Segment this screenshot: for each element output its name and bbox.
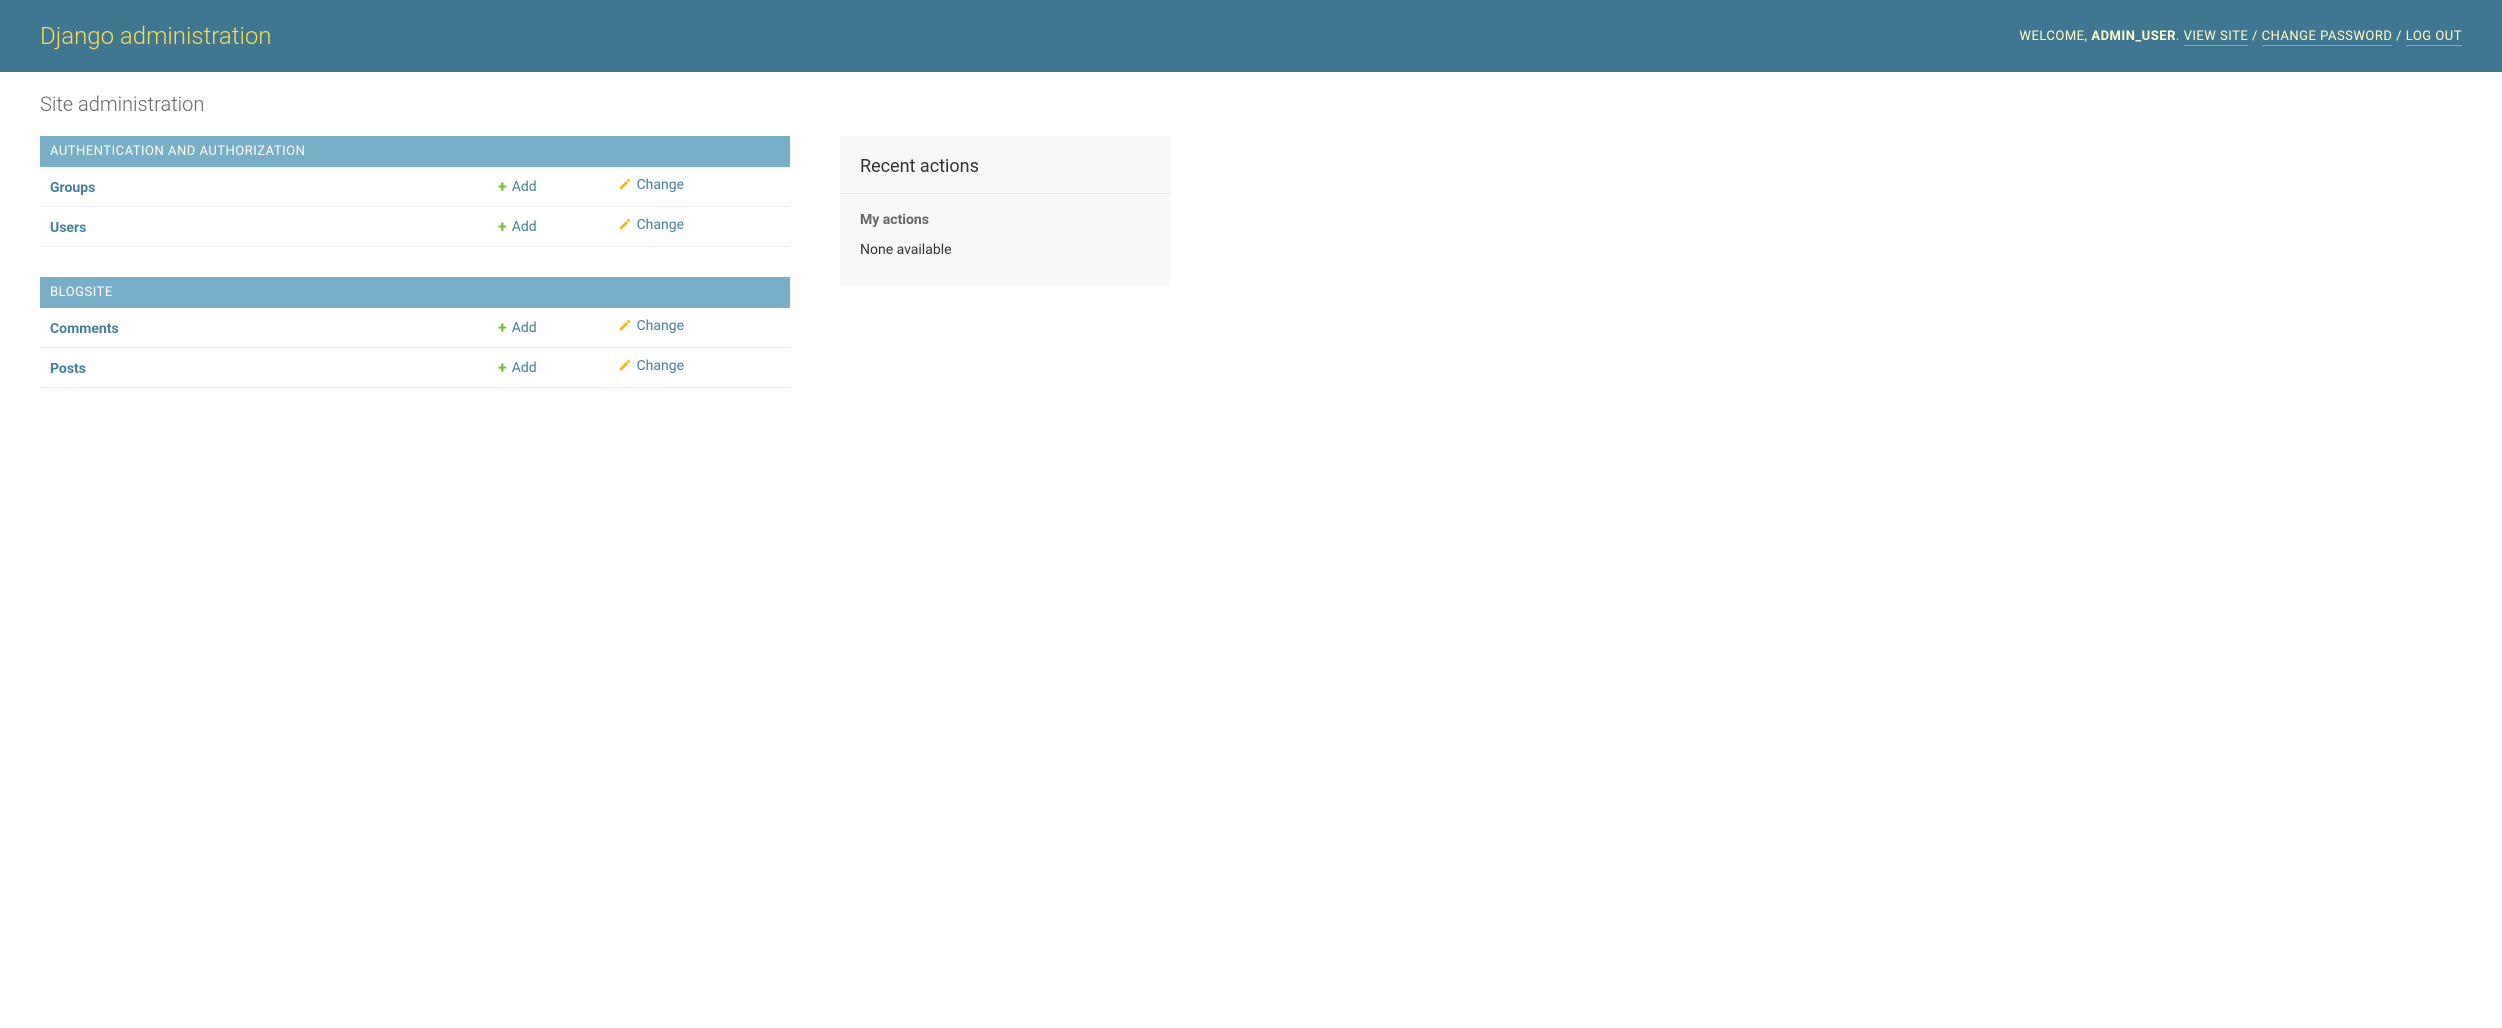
content-related: Recent actions My actions None available: [840, 136, 1170, 316]
content-main: Authentication and Authorization Groups …: [40, 136, 790, 418]
add-label: Add: [512, 179, 537, 195]
content: Site administration Authentication and A…: [0, 72, 2502, 438]
change-label: Change: [637, 177, 684, 193]
change-label: Change: [637, 318, 684, 334]
app-caption-link[interactable]: Blogsite: [50, 285, 113, 300]
separator: .: [2176, 29, 2184, 44]
change-password-link[interactable]: Change password: [2262, 29, 2393, 46]
separator: /: [2248, 29, 2261, 44]
pencil-icon: [618, 359, 632, 373]
app-caption[interactable]: Blogsite: [40, 277, 790, 308]
model-row: Users + Add Change: [40, 207, 790, 247]
model-row: Posts + Add Change: [40, 348, 790, 388]
add-label: Add: [512, 360, 537, 376]
change-groups-link[interactable]: Change: [618, 177, 684, 193]
header: Django administration Welcome, ADMIN_USE…: [0, 0, 2502, 72]
add-posts-link[interactable]: + Add: [498, 358, 537, 377]
user-tools: Welcome, ADMIN_USER. View site / Change …: [2019, 29, 2462, 44]
my-actions-title: My actions: [840, 194, 1170, 228]
view-site-link[interactable]: View site: [2184, 29, 2249, 46]
change-label: Change: [637, 358, 684, 374]
app-module-blogsite: Blogsite Comments + Add: [40, 277, 790, 388]
model-row: Groups + Add Change: [40, 167, 790, 207]
pencil-icon: [618, 319, 632, 333]
change-comments-link[interactable]: Change: [618, 318, 684, 334]
add-label: Add: [512, 320, 537, 336]
site-title: Django administration: [40, 22, 272, 50]
add-users-link[interactable]: + Add: [498, 217, 537, 236]
plus-icon: +: [498, 177, 507, 196]
plus-icon: +: [498, 358, 507, 377]
add-comments-link[interactable]: + Add: [498, 318, 537, 337]
plus-icon: +: [498, 318, 507, 337]
app-module-auth: Authentication and Authorization Groups …: [40, 136, 790, 247]
site-title-link[interactable]: Django administration: [40, 22, 272, 50]
add-groups-link[interactable]: + Add: [498, 177, 537, 196]
model-link-posts[interactable]: Posts: [50, 361, 86, 377]
branding: Django administration: [40, 22, 272, 50]
page-title: Site administration: [40, 92, 2462, 116]
change-posts-link[interactable]: Change: [618, 358, 684, 374]
logout-link[interactable]: Log out: [2406, 29, 2462, 46]
app-caption[interactable]: Authentication and Authorization: [40, 136, 790, 167]
username: ADMIN_USER: [2091, 29, 2176, 44]
separator: /: [2392, 29, 2405, 44]
change-label: Change: [637, 217, 684, 233]
recent-actions-module: Recent actions My actions None available: [840, 136, 1170, 286]
model-link-groups[interactable]: Groups: [50, 180, 95, 196]
recent-actions-title: Recent actions: [840, 136, 1170, 194]
welcome-text: Welcome,: [2019, 29, 2087, 44]
model-link-comments[interactable]: Comments: [50, 321, 119, 337]
model-row: Comments + Add Change: [40, 308, 790, 348]
add-label: Add: [512, 219, 537, 235]
pencil-icon: [618, 178, 632, 192]
none-available-text: None available: [840, 228, 1170, 286]
change-users-link[interactable]: Change: [618, 217, 684, 233]
plus-icon: +: [498, 217, 507, 236]
app-caption-link[interactable]: Authentication and Authorization: [50, 144, 305, 159]
model-link-users[interactable]: Users: [50, 220, 86, 236]
pencil-icon: [618, 218, 632, 232]
